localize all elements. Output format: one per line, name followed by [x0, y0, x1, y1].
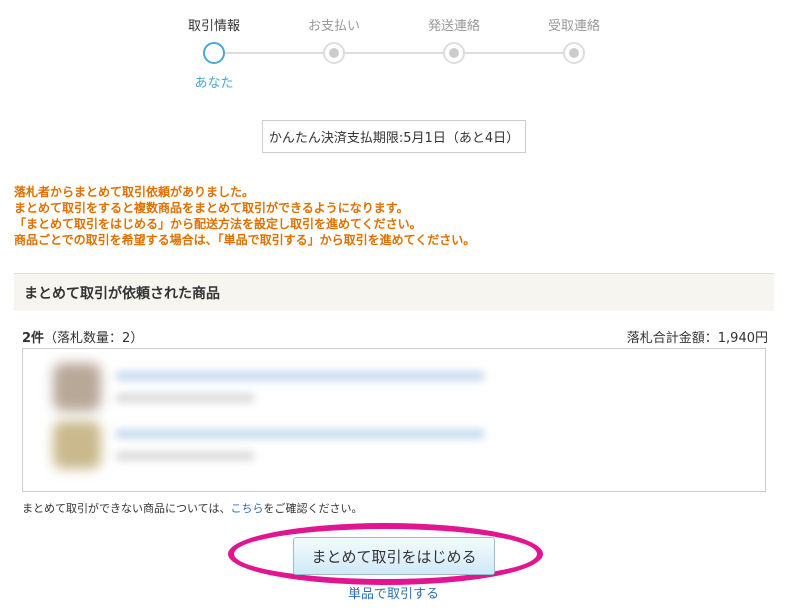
note-suffix: をご確認ください。: [263, 502, 363, 515]
step-dot-transaction-info: [203, 42, 225, 64]
bundle-request-notice: 落札者からまとめて取引依頼がありました。 まとめて取引をすると複数商品をまとめて…: [14, 184, 475, 248]
items-list: [22, 348, 766, 492]
step-label-shipping: 発送連絡: [427, 19, 480, 34]
note-link[interactable]: こちら: [230, 502, 263, 515]
item-meta-blurred: [115, 451, 255, 461]
payment-deadline-box: かんたん決済支払期限:5月1日（あと4日）: [262, 120, 526, 153]
unbundleable-note: まとめて取引ができない商品については、こちらをご確認ください。: [22, 500, 362, 516]
step-label-receipt: 受取連絡: [547, 19, 600, 34]
section-title: まとめて取引が依頼された商品: [14, 273, 774, 311]
notice-line: 「まとめて取引をはじめる」から配送方法を設定し取引を進めてください。: [14, 217, 422, 231]
step-label-payment: お支払い: [307, 19, 360, 34]
step-dot-payment: [323, 42, 345, 64]
note-prefix: まとめて取引ができない商品については、: [22, 502, 231, 515]
progress-steps: 取引情報 お支払い 発送連絡 受取連絡 あなた: [0, 0, 803, 100]
total-amount: 落札合計金額：1,940円: [626, 331, 768, 346]
progress-line: [224, 52, 574, 54]
item-quantity: （落札数量：2）: [44, 331, 144, 346]
single-transaction-link[interactable]: 単品で取引する: [0, 583, 787, 602]
step-dot-receipt: [563, 42, 585, 64]
item-thumbnail: [53, 421, 101, 469]
notice-line: 商品ごとでの取引を希望する場合は、「単品で取引する」から取引を進めてください。: [14, 233, 476, 247]
list-item[interactable]: [53, 363, 485, 413]
step-dot-shipping: [443, 42, 465, 64]
list-item[interactable]: [53, 421, 485, 471]
current-step-marker: あなた: [194, 76, 234, 91]
item-count-row: 2件（落札数量：2） 落札合計金額：1,940円: [22, 327, 768, 346]
notice-line: 落札者からまとめて取引依頼がありました。: [14, 185, 255, 199]
item-title-blurred: [115, 429, 485, 439]
notice-line: まとめて取引をすると複数商品をまとめて取引ができるようになります。: [14, 201, 409, 215]
step-label-transaction-info: 取引情報: [187, 19, 240, 34]
item-count: 2件: [22, 331, 45, 346]
item-thumbnail: [53, 363, 101, 411]
start-bundle-button[interactable]: まとめて取引をはじめる: [293, 537, 495, 575]
item-title-blurred: [115, 371, 485, 381]
item-meta-blurred: [115, 393, 255, 403]
